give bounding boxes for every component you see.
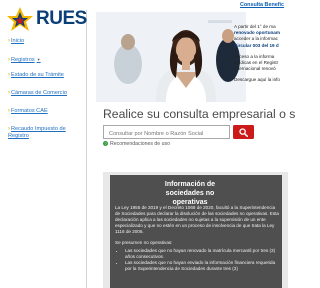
chevron-right-icon: › — [8, 90, 10, 96]
hero-line: renovado oportunam — [234, 30, 280, 36]
dropdown-caret-icon: ▼ — [36, 57, 41, 62]
sidebar-item-label: Formatos CAE — [11, 108, 48, 114]
chevron-right-icon: › — [8, 38, 10, 44]
notice-panel: Información de sociedades no operativas … — [103, 172, 288, 288]
usage-tips-link[interactable]: ? Recomendaciones de uso — [103, 141, 170, 147]
search-headline: Realice su consulta empresarial o s — [103, 107, 296, 121]
notice-bullet: Las sociedades que no hayan renovado la … — [125, 248, 279, 260]
search-icon — [239, 128, 248, 137]
search-button[interactable] — [233, 125, 254, 139]
hero-line: Internacional renovó — [234, 66, 276, 72]
sidebar-item-label: Registros — [11, 57, 35, 63]
chevron-right-icon: › — [8, 108, 10, 114]
notice-box: Información de sociedades no operativas … — [110, 175, 282, 288]
usage-tips-label: Recomendaciones de uso — [110, 141, 170, 147]
notice-title: Información de sociedades no operativas — [164, 181, 216, 206]
hero-line: Acceso a la informa — [234, 53, 275, 59]
sidebar-item-camaras-comercio[interactable]: ›Cámaras de Comercio — [8, 90, 67, 97]
hero-download-link[interactable]: Descargue aquí la info — [234, 77, 280, 82]
hero-line: jurídicas en el Registr — [234, 60, 279, 66]
sidebar-item-registros[interactable]: ›Registros ▼ — [8, 56, 41, 64]
sidebar-item-inicio[interactable]: ›Inicio — [8, 38, 24, 45]
hero-photo — [96, 12, 246, 102]
hero-line: Circular 003 del 19 d — [234, 42, 279, 48]
chevron-right-icon: › — [8, 126, 10, 132]
top-bar: Consulta Benefic — [86, 0, 288, 10]
hero-announcement: A partir del 1° de ma renovado oportunam… — [234, 24, 286, 84]
chevron-right-icon: › — [8, 72, 10, 78]
notice-list: Las sociedades que no hayan renovado la … — [115, 248, 279, 272]
rues-logo[interactable]: RUES — [7, 6, 87, 32]
help-icon: ? — [103, 141, 108, 147]
sidebar-item-recaudo-impuesto[interactable]: ›Recaudo Impuesto de Registro — [8, 126, 80, 140]
notice-body: La Ley 1955 de 2019 y el Decreto 1068 de… — [115, 205, 279, 272]
logo-text: RUES — [36, 8, 87, 29]
rues-logo-icon — [7, 7, 33, 31]
sidebar-item-formatos-cae[interactable]: ›Formatos CAE — [8, 108, 48, 115]
sidebar-item-label: Inicio — [11, 38, 25, 44]
notice-bullet: Las sociedades que no hayan enviado la i… — [125, 260, 279, 272]
notice-intro: Se presumen no operativas: — [115, 240, 173, 246]
hero-line: acceder a la informac — [234, 36, 278, 42]
hero-banner: A partir del 1° de ma renovado oportunam… — [96, 10, 288, 102]
hero-line: A partir del 1° de ma — [234, 24, 276, 29]
chevron-right-icon: › — [8, 57, 10, 63]
sidebar-item-label: Recaudo Impuesto de Registro — [8, 126, 66, 139]
sidebar-item-estado-tramite[interactable]: ›Estado de su Trámite — [8, 72, 64, 79]
sidebar: RUES ›Inicio ›Registros ▼ ›Estado de su T… — [0, 0, 87, 288]
sidebar-item-label: Cámaras de Comercio — [11, 90, 67, 96]
search-input[interactable] — [103, 125, 230, 139]
notice-paragraph: La Ley 1955 de 2019 y el Decreto 1068 de… — [115, 205, 279, 235]
sidebar-item-label: Estado de su Trámite — [11, 72, 64, 78]
consulta-beneficiarios-link[interactable]: Consulta Benefic — [240, 2, 284, 8]
